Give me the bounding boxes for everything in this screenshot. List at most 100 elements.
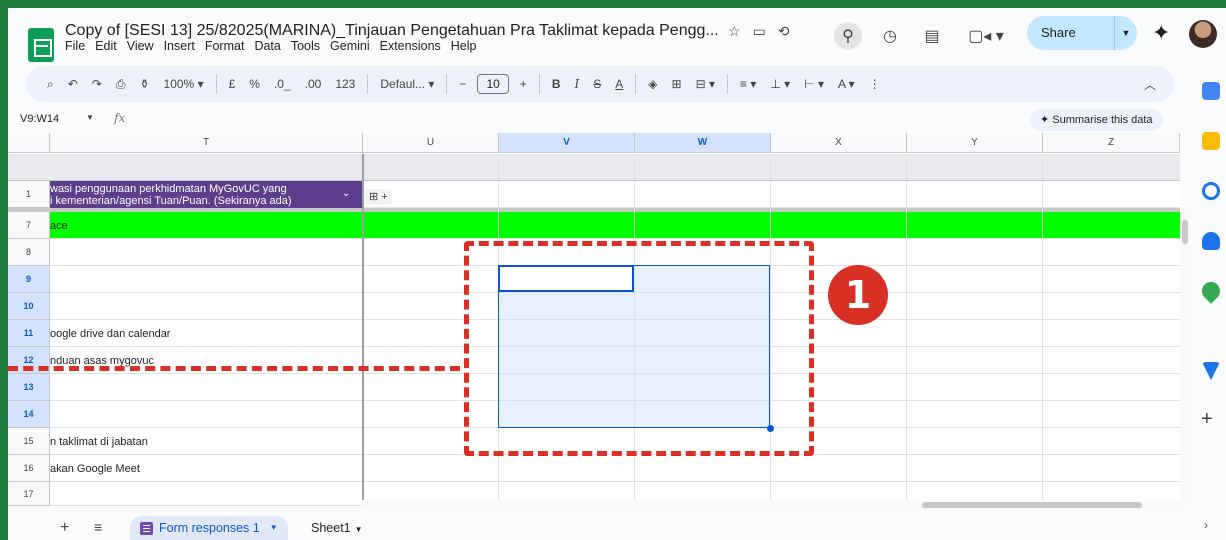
- horizontal-align-icon[interactable]: ≡ ▾: [733, 77, 763, 91]
- name-box[interactable]: V9:W14: [20, 113, 59, 125]
- menu-insert[interactable]: Insert: [164, 39, 195, 53]
- get-addons-icon[interactable]: +: [1201, 408, 1213, 431]
- menu-data[interactable]: Data: [254, 39, 280, 53]
- select-all-corner[interactable]: [8, 133, 50, 153]
- search-menus-icon[interactable]: ⌕: [40, 77, 61, 92]
- vertical-scroll-thumb[interactable]: [1182, 220, 1188, 244]
- menu-view[interactable]: View: [127, 39, 154, 53]
- share-label[interactable]: Share: [1027, 16, 1115, 50]
- more-options-icon[interactable]: ⋮: [862, 77, 888, 91]
- column-header-x[interactable]: X: [771, 133, 907, 153]
- star-icon[interactable]: ☆: [728, 23, 741, 40]
- column-menu-chevron-icon[interactable]: ⌄: [342, 188, 350, 199]
- tasks-icon[interactable]: [1202, 182, 1220, 200]
- menu-help[interactable]: Help: [451, 39, 477, 53]
- font-size-increase-button[interactable]: +: [513, 77, 534, 91]
- decrease-decimal-button[interactable]: .0_: [267, 77, 298, 91]
- font-size-decrease-button[interactable]: −: [452, 77, 473, 91]
- document-title[interactable]: Copy of [SESI 13] 25/82025(MARINA)_Tinja…: [65, 22, 719, 40]
- column-header-y[interactable]: Y: [907, 133, 1043, 153]
- column-header-z[interactable]: Z: [1043, 133, 1180, 153]
- redo-icon[interactable]: ↷: [85, 77, 109, 91]
- sheets-logo-icon[interactable]: [28, 28, 54, 62]
- print-icon[interactable]: ⎙: [109, 77, 133, 92]
- cell-t16[interactable]: akan Google Meet: [50, 463, 362, 475]
- add-column-icon[interactable]: +: [381, 191, 387, 203]
- row-header-17[interactable]: 17: [8, 482, 50, 506]
- comments-icon[interactable]: ▤: [918, 22, 946, 50]
- row-header-15[interactable]: 15: [8, 428, 50, 455]
- calendar-icon[interactable]: [1202, 82, 1220, 100]
- row-header-8[interactable]: 8: [8, 239, 50, 266]
- menu-extensions[interactable]: Extensions: [380, 39, 441, 53]
- share-dropdown-icon[interactable]: ▼: [1115, 28, 1137, 38]
- addon-icon[interactable]: [1202, 362, 1220, 380]
- column-header-w[interactable]: W: [635, 133, 771, 153]
- all-sheets-icon[interactable]: ≡: [94, 519, 102, 535]
- menu-format[interactable]: Format: [205, 39, 245, 53]
- fill-color-icon[interactable]: ◈: [641, 77, 664, 91]
- font-size-input[interactable]: 10: [477, 74, 509, 94]
- menu-gemini[interactable]: Gemini: [330, 39, 370, 53]
- vertical-align-icon[interactable]: ⊥ ▾: [763, 77, 797, 91]
- borders-icon[interactable]: ⊞: [665, 77, 689, 91]
- row-header-14[interactable]: 14: [8, 401, 50, 428]
- move-folder-icon[interactable]: ▭: [753, 23, 766, 40]
- header-cell-t1[interactable]: wasi penggunaan perkhidmatan MyGovUC yan…: [50, 181, 362, 208]
- text-rotation-icon[interactable]: A ▾: [831, 77, 862, 91]
- add-sheet-icon[interactable]: +: [60, 519, 69, 537]
- cell-t11[interactable]: oogle drive dan calendar: [50, 328, 362, 340]
- bold-button[interactable]: B: [545, 77, 568, 91]
- tab-sheet1[interactable]: Sheet1 ▼: [311, 516, 363, 540]
- column-header-t[interactable]: T: [50, 133, 363, 153]
- table-row[interactable]: akan Google Meet: [50, 455, 1180, 482]
- meet-icon[interactable]: ▢◂ ▾: [964, 22, 1008, 50]
- strikethrough-button[interactable]: S: [586, 77, 608, 91]
- cloud-status-icon[interactable]: ⟲: [778, 23, 790, 40]
- horizontal-scroll-thumb[interactable]: [922, 502, 1142, 508]
- row-header-9[interactable]: 9: [8, 266, 50, 293]
- menu-file[interactable]: File: [65, 39, 85, 53]
- currency-format-button[interactable]: £: [222, 77, 243, 91]
- font-select[interactable]: Defaul... ▾: [373, 77, 441, 91]
- avatar[interactable]: [1189, 20, 1217, 48]
- italic-button[interactable]: I: [567, 77, 586, 91]
- tab-dropdown-icon[interactable]: ▼: [355, 525, 363, 534]
- row-header-7[interactable]: 7: [8, 212, 50, 239]
- version-history-icon[interactable]: ◷: [876, 22, 904, 50]
- maps-icon[interactable]: [1198, 278, 1224, 304]
- share-button[interactable]: Share ▼: [1027, 16, 1137, 50]
- zoom-select[interactable]: 100% ▾: [157, 77, 211, 91]
- menu-edit[interactable]: Edit: [95, 39, 117, 53]
- cell-t15[interactable]: n taklimat di jabatan: [50, 436, 362, 448]
- paint-format-icon[interactable]: ⚱: [132, 77, 156, 91]
- row-header-1[interactable]: 1: [8, 181, 50, 208]
- undo-icon[interactable]: ↶: [61, 77, 85, 91]
- increase-decimal-button[interactable]: .00: [298, 77, 329, 91]
- row-header-10[interactable]: 10: [8, 293, 50, 320]
- row-header-13[interactable]: 13: [8, 374, 50, 401]
- present-to-chat-icon[interactable]: ⚲: [834, 22, 862, 50]
- show-side-panel-icon[interactable]: ›: [1204, 518, 1208, 532]
- more-formats-button[interactable]: 123: [328, 77, 362, 91]
- name-box-dropdown-icon[interactable]: ▼: [86, 113, 94, 122]
- tab-form-responses-1[interactable]: Form responses 1 ▼: [130, 516, 288, 540]
- row-header-16[interactable]: 16: [8, 455, 50, 482]
- table-tools[interactable]: ⊞ +: [365, 189, 392, 204]
- gemini-icon[interactable]: ✦: [1152, 20, 1170, 46]
- column-header-v[interactable]: V: [499, 133, 635, 153]
- text-color-button[interactable]: A: [608, 77, 630, 91]
- text-wrap-icon[interactable]: ⊢ ▾: [797, 77, 831, 91]
- keep-icon[interactable]: [1202, 132, 1220, 150]
- vertical-scrollbar[interactable]: [1180, 210, 1190, 506]
- tab-dropdown-icon[interactable]: ▼: [270, 516, 278, 540]
- percent-format-button[interactable]: %: [242, 77, 267, 91]
- column-header-u[interactable]: U: [363, 133, 499, 153]
- row-header-11[interactable]: 11: [8, 320, 50, 347]
- collapse-menus-icon[interactable]: ︿: [1144, 76, 1156, 93]
- horizontal-scrollbar[interactable]: [362, 500, 1180, 510]
- table-view-icon[interactable]: ⊞: [369, 191, 378, 203]
- table-row[interactable]: ace: [50, 212, 1180, 239]
- cell-t7[interactable]: ace: [50, 220, 362, 232]
- summarise-data-button[interactable]: ✦ Summarise this data: [1030, 109, 1163, 131]
